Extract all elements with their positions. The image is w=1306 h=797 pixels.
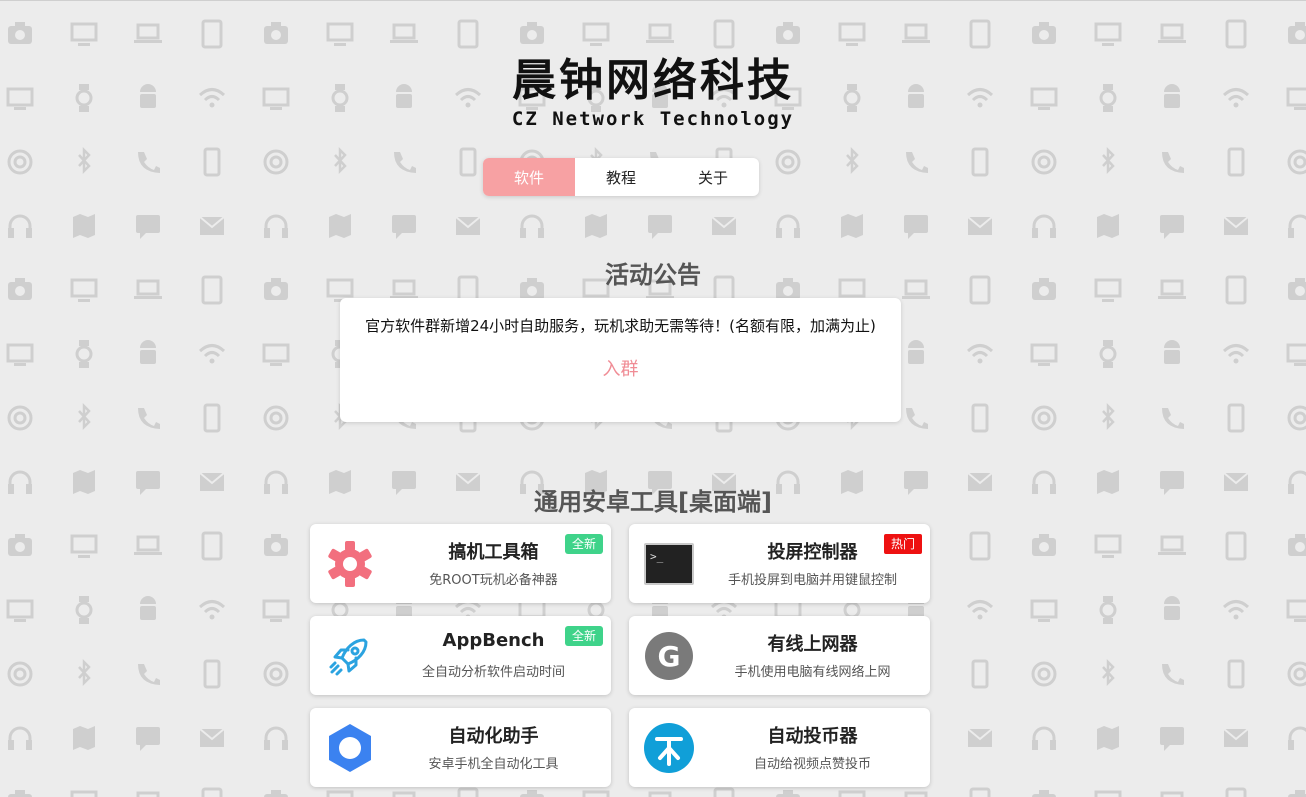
logo-title-en: CZ Network Technology: [511, 108, 795, 130]
tool-card-auto-coin[interactable]: 自动投币器 自动给视频点赞投币: [629, 708, 930, 787]
card-desc: 手机投屏到电脑并用键鼠控制: [727, 573, 897, 588]
notice-title: 活动公告: [605, 261, 701, 289]
card-desc: 全自动分析软件启动时间: [421, 665, 565, 680]
terminal-icon: >_: [644, 543, 694, 585]
notice-text: 官方软件群新增24小时自助服务，玩机求助无需等待！(名额有限，加满为止): [365, 317, 876, 335]
coin-icon: [644, 723, 694, 773]
logo-title-cn: 晨钟网络科技: [512, 55, 794, 106]
main-nav: 软件 教程 关于: [483, 158, 759, 196]
card-title: 有线上网器: [767, 634, 858, 655]
tool-card-gadget-toolbox[interactable]: 搞机工具箱 免ROOT玩机必备神器 全新: [310, 524, 611, 603]
tool-card-appbench[interactable]: AppBench 全自动分析软件启动时间 全新: [310, 616, 611, 695]
card-desc: 自动给视频点赞投币: [753, 757, 871, 772]
tools-section-title: 通用安卓工具[桌面端]: [534, 488, 772, 516]
g-logo-icon: G: [645, 632, 693, 680]
card-title: 自动化助手: [448, 726, 539, 747]
tool-card-screen-controller[interactable]: >_ 投屏控制器 手机投屏到电脑并用键鼠控制 热门: [629, 524, 930, 603]
hexagon-icon: [329, 724, 371, 772]
gear-icon: [328, 541, 372, 587]
tab-tutorial[interactable]: 教程: [575, 158, 667, 196]
tool-card-automation-assistant[interactable]: 自动化助手 安卓手机全自动化工具: [310, 708, 611, 787]
join-group-link[interactable]: 入群: [340, 355, 901, 381]
tab-about[interactable]: 关于: [667, 158, 759, 196]
badge-hot: 热门: [883, 534, 922, 554]
badge-new: 全新: [564, 626, 603, 646]
notice-card: 官方软件群新增24小时自助服务，玩机求助无需等待！(名额有限，加满为止) 入群: [340, 298, 901, 422]
card-desc: 手机使用电脑有线网络上网: [734, 665, 891, 680]
card-desc: 安卓手机全自动化工具: [428, 757, 559, 772]
top-border: [0, 0, 1306, 1]
tool-card-wired-network[interactable]: G 有线上网器 手机使用电脑有线网络上网: [629, 616, 930, 695]
svg-text:>_: >_: [650, 550, 664, 563]
badge-new: 全新: [564, 534, 603, 554]
card-title: 自动投币器: [767, 726, 858, 747]
rocket-icon: [329, 638, 368, 676]
svg-text:G: G: [658, 640, 681, 673]
card-desc: 免ROOT玩机必备神器: [429, 573, 558, 588]
tab-software[interactable]: 软件: [483, 158, 575, 196]
